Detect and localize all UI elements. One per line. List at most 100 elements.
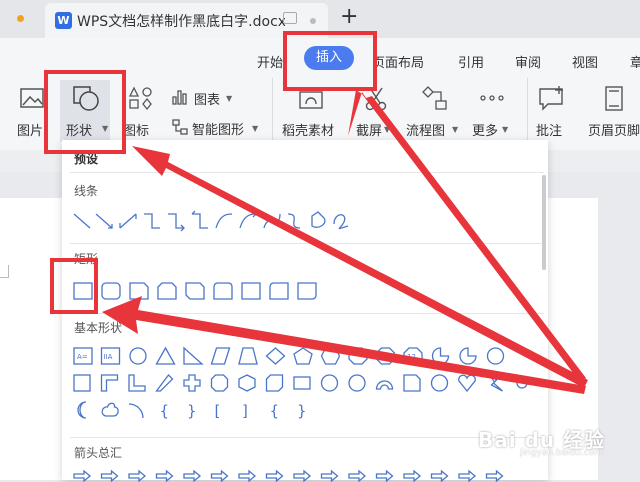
highlight-insert-tab xyxy=(283,31,377,91)
basic-shape-donut[interactable] xyxy=(320,374,339,392)
line-shape-10[interactable] xyxy=(311,211,326,228)
basic-shape-heart[interactable] xyxy=(458,374,476,393)
rectangle-shape-8[interactable] xyxy=(297,282,317,300)
shape-dropdown-panel: 预设 线条 矩形 基本形状 A= IIA 12{}[]{} 箭头总汇 xyxy=(62,140,548,482)
rectangle-shape-4[interactable] xyxy=(185,282,205,300)
basic-shape-pentagon[interactable] xyxy=(293,347,313,365)
menu-home[interactable]: 开始 xyxy=(257,52,283,71)
basic-shape-bracket-5: } xyxy=(297,402,307,420)
window-restore-icon[interactable] xyxy=(283,12,297,24)
rectangle-shape-6[interactable] xyxy=(241,282,261,300)
section-basic-shapes: 基本形状 xyxy=(74,321,123,335)
basic-shape-frame[interactable] xyxy=(73,374,91,392)
baidu-watermark-url: jingyan.baidu.com xyxy=(520,448,604,458)
more-tool[interactable]: 更多 ▼ xyxy=(470,86,520,139)
basic-shape-moon[interactable] xyxy=(77,401,87,419)
smart-shape-tool[interactable]: 智能图形 ▼ xyxy=(170,118,270,138)
basic-shape-octagon[interactable] xyxy=(375,347,396,365)
document-page[interactable] xyxy=(0,198,62,480)
basic-shape-no-symbol[interactable] xyxy=(348,374,366,392)
basic-shape-heptagon[interactable] xyxy=(348,347,368,365)
line-shape-9[interactable] xyxy=(287,213,301,229)
basic-shape-parallelogram[interactable] xyxy=(210,347,231,365)
daoke-material-tool[interactable]: 稻壳素材 xyxy=(280,86,342,139)
basic-shape-oval[interactable] xyxy=(129,347,147,365)
basic-shape-plus[interactable] xyxy=(183,374,201,392)
menu-chapter[interactable]: 章 xyxy=(630,52,640,71)
smart-shape-icon xyxy=(172,119,188,135)
more-dots-icon xyxy=(480,95,504,101)
tab-close-icon[interactable] xyxy=(310,18,316,24)
chart-tool[interactable]: 图表 ▼ xyxy=(170,88,240,108)
comment-tool[interactable]: 批注 xyxy=(534,86,570,139)
basic-shape-right-triangle[interactable] xyxy=(183,346,204,365)
line-shape-2[interactable] xyxy=(119,213,137,229)
document-title: WPS文档怎样制作黑底白字.docx xyxy=(77,14,285,30)
basic-shape-can[interactable] xyxy=(238,374,256,392)
line-shape-5[interactable] xyxy=(191,210,208,229)
basic-shape-cube[interactable] xyxy=(265,374,284,392)
screenshot-label: 截屏 xyxy=(356,124,383,139)
basic-shape-arc[interactable] xyxy=(128,403,144,419)
basic-shape-trapezoid[interactable] xyxy=(238,347,258,365)
basic-shape-pie[interactable] xyxy=(431,347,450,365)
menu-page-layout[interactable]: 页面布局 xyxy=(372,52,424,71)
basic-shape-teardrop[interactable] xyxy=(486,347,505,365)
line-shape-7[interactable] xyxy=(239,210,257,229)
basic-shape-smiley-face[interactable] xyxy=(430,374,449,392)
screenshot-tool[interactable]: 截屏 ▼ xyxy=(352,86,398,139)
rectangle-shape-2[interactable] xyxy=(129,282,149,300)
menu-review[interactable]: 审阅 xyxy=(515,52,541,71)
line-shapes-row[interactable] xyxy=(72,210,412,234)
menu-view[interactable]: 视图 xyxy=(572,52,598,71)
icon-label: 图标 xyxy=(123,124,150,139)
panel-scrollbar[interactable] xyxy=(542,175,546,270)
add-tab-button[interactable]: + xyxy=(340,4,358,29)
basic-shape-hexagon[interactable] xyxy=(320,347,341,365)
divider xyxy=(70,243,544,244)
line-shape-11[interactable] xyxy=(333,214,349,230)
basic-shape-diamond[interactable] xyxy=(265,347,286,365)
basic-shape-triangle[interactable] xyxy=(155,346,176,365)
chart-icon xyxy=(172,90,187,105)
basic-shape-diagonal-stripe[interactable] xyxy=(155,374,174,392)
picture-label: 图片 xyxy=(17,124,44,139)
basic-shape-block-arc[interactable] xyxy=(375,380,394,390)
icon-tool[interactable]: 图标 xyxy=(120,86,160,139)
header-footer-tool[interactable]: 页眉页脚 xyxy=(586,86,640,136)
basic-shape-sun[interactable] xyxy=(516,377,528,389)
rectangle-shape-1[interactable] xyxy=(101,282,121,300)
basic-shapes-grid[interactable]: A= IIA 12 {} [] {} xyxy=(72,346,542,426)
line-shape-8[interactable] xyxy=(263,213,281,229)
highlight-rectangle-shape xyxy=(50,258,98,314)
more-caret-icon: ▼ xyxy=(502,125,509,134)
smart-shape-caret-icon: ▼ xyxy=(252,124,259,133)
rectangle-shape-7[interactable] xyxy=(269,282,289,300)
menu-references[interactable]: 引用 xyxy=(458,52,484,71)
basic-shape-lightning[interactable] xyxy=(488,374,503,392)
line-shape-1[interactable] xyxy=(95,213,113,229)
basic-shape-cloud[interactable] xyxy=(101,402,119,417)
line-shape-3[interactable] xyxy=(144,213,160,229)
screenshot-caret-icon: ▼ xyxy=(384,125,391,134)
toolbar-divider xyxy=(272,78,273,148)
arrow-shapes-row[interactable] xyxy=(72,469,542,482)
basic-shape-half-frame[interactable] xyxy=(100,374,119,392)
rectangle-shape-5[interactable] xyxy=(213,282,233,300)
line-shape-6[interactable] xyxy=(215,213,233,229)
basic-shape-bracket-2: [ xyxy=(215,402,221,420)
basic-shape-folded-corner[interactable] xyxy=(403,374,421,392)
basic-shape-bevel[interactable] xyxy=(293,376,311,390)
flowchart-tool[interactable]: 流程图 ▼ xyxy=(404,86,466,139)
rectangle-shapes-row[interactable] xyxy=(72,280,332,302)
line-shape-4[interactable] xyxy=(168,213,185,232)
flowchart-caret-icon: ▼ xyxy=(452,125,459,134)
basic-shape-plaque[interactable] xyxy=(210,374,229,392)
basic-shape-l-shape[interactable] xyxy=(128,374,146,392)
decagon-glyph: 12 xyxy=(407,353,416,361)
rectangle-shape-3[interactable] xyxy=(157,282,177,300)
basic-shape-chord[interactable] xyxy=(459,347,477,365)
divider xyxy=(70,313,544,314)
line-shape-0[interactable] xyxy=(73,213,91,229)
comment-label: 批注 xyxy=(536,124,563,139)
